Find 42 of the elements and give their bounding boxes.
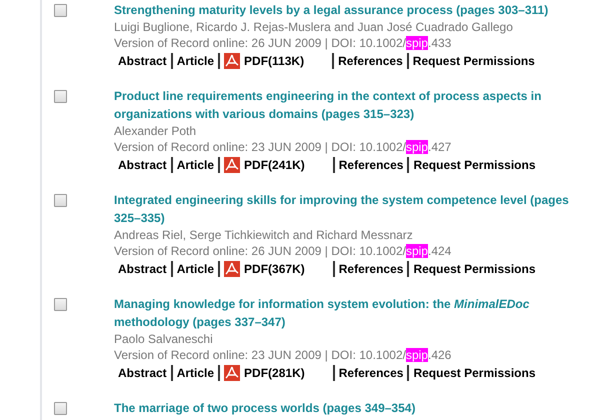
article-authors: Paolo Salvaneschi (114, 331, 214, 347)
article-link[interactable]: Request Permissions (408, 53, 539, 69)
checkbox[interactable] (54, 194, 67, 207)
article-title-link[interactable]: Integrated engineering skills for improving the system competence level (pages 325–335) (114, 191, 574, 227)
record-info: Version of Record online: 26 JUN 2009 | DOI: 10.1002/spip.424 (114, 243, 452, 259)
checkbox[interactable] (54, 90, 67, 103)
article-authors: Andreas Riel, Serge Tichkiewitch and Richard Messnarz (114, 227, 414, 243)
pdf-icon (224, 261, 240, 277)
checkbox[interactable] (54, 298, 67, 311)
article-link[interactable]: Abstract (114, 53, 171, 69)
article-authors: Alexander Poth (114, 123, 198, 139)
article-title-link[interactable]: Product line requirements engineering in the context of process aspects in organizations with various domains (pages 315–323) (114, 87, 574, 123)
pdf-link[interactable]: PDF(281K) (220, 365, 309, 381)
article-link[interactable]: Request Permissions (409, 365, 540, 381)
pdf-link[interactable]: PDF(241K) (220, 157, 309, 173)
article-link[interactable]: Abstract (114, 157, 171, 173)
article-link[interactable]: Request Permissions (409, 261, 540, 277)
article-link[interactable]: Abstract (114, 365, 171, 381)
article-link[interactable]: References (334, 261, 408, 277)
article-title-link[interactable]: Strengthening maturity levels by a legal assurance process (pages 303–311) (114, 1, 574, 19)
article-link[interactable]: Abstract (114, 261, 171, 277)
article-authors: Luigi Buglione, Ricardo J. Rejas-Muslera and Juan José Cuadrado Gallego (114, 19, 514, 35)
article-link[interactable]: Article (172, 365, 218, 381)
record-info: Version of Record online: 26 JUN 2009 | DOI: 10.1002/spip.433 (114, 35, 452, 51)
pdf-link[interactable]: PDF(113K) (220, 53, 308, 69)
pdf-icon (224, 157, 240, 173)
pdf-icon (224, 365, 240, 381)
article-link[interactable]: Request Permissions (409, 157, 540, 173)
checkbox[interactable] (54, 4, 67, 17)
checkbox[interactable] (54, 402, 67, 415)
article-title-link[interactable]: Managing knowledge for information system evolution: the MinimalEDoc methodology (pages 337–347) (114, 295, 574, 331)
article-link[interactable]: References (334, 365, 408, 381)
article-link[interactable]: References (334, 157, 408, 173)
article-link[interactable]: Article (172, 53, 218, 69)
article-link[interactable]: Article (172, 157, 218, 173)
article-link[interactable]: References (334, 53, 407, 69)
article-title-link[interactable]: The marriage of two process worlds (pages 349–354) (114, 399, 574, 417)
article-link[interactable]: Article (172, 261, 218, 277)
record-info: Version of Record online: 23 JUN 2009 | DOI: 10.1002/spip.426 (114, 347, 452, 363)
pdf-icon (224, 53, 240, 69)
record-info: Version of Record online: 23 JUN 2009 | DOI: 10.1002/spip.427 (114, 139, 452, 155)
pdf-link[interactable]: PDF(367K) (220, 261, 309, 277)
